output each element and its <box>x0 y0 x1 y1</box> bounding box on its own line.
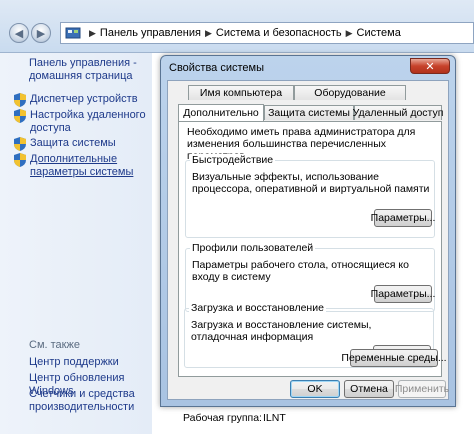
breadcrumb-separator-icon[interactable]: ▶ <box>346 28 353 39</box>
arrow-left-icon: ◀ <box>14 27 24 40</box>
action-center-link[interactable]: Центр поддержки <box>29 356 149 369</box>
sidebar-item-system-protection[interactable]: Защита системы <box>14 137 150 151</box>
sidebar-item-label: Дополнительные параметры системы <box>30 153 134 178</box>
startup-recovery-description: Загрузка и восстановление системы, отлад… <box>191 319 372 343</box>
see-also-heading: См. также <box>29 339 80 351</box>
sidebar-item-label: Диспетчер устройств <box>30 93 138 105</box>
workgroup-label: Рабочая группа: <box>183 412 262 424</box>
control-panel-home-link[interactable]: Панель управления - домашняя страница <box>29 57 149 83</box>
breadcrumb-separator-icon: ▶ <box>89 27 96 38</box>
close-icon: ✕ <box>425 60 435 73</box>
breadcrumb-item-system-security[interactable]: Система и безопасность <box>216 27 342 39</box>
performance-description: Визуальные эффекты, использование процес… <box>192 171 430 195</box>
startup-recovery-title: Загрузка и восстановление <box>189 302 326 314</box>
tab-remote[interactable]: Удаленный доступ <box>353 105 443 120</box>
cancel-button[interactable]: Отмена <box>344 380 394 398</box>
performance-title: Быстродействие <box>190 154 276 166</box>
tab-system-protection[interactable]: Защита системы <box>264 105 354 120</box>
sidebar-item-remote-settings[interactable]: Настройка удаленного доступа <box>14 109 150 135</box>
tab-advanced[interactable]: Дополнительно <box>178 104 264 121</box>
performance-settings-button[interactable]: Параметры... <box>371 209 435 227</box>
back-button[interactable]: ◀ <box>9 23 29 43</box>
left-navigation-pane: Панель управления - домашняя страница Ди… <box>0 53 152 434</box>
tab-computer-name[interactable]: Имя компьютера <box>188 85 294 100</box>
tab-hardware[interactable]: Оборудование <box>294 85 406 100</box>
breadcrumb-item-control-panel[interactable]: Панель управления <box>100 27 201 39</box>
user-profiles-title: Профили пользователей <box>190 242 316 254</box>
breadcrumb-separator-icon[interactable]: ▶ <box>205 28 212 39</box>
control-panel-icon <box>65 27 81 39</box>
sidebar-item-advanced-settings[interactable]: Дополнительные параметры системы <box>14 153 150 179</box>
close-button[interactable]: ✕ <box>410 58 450 74</box>
address-bar[interactable]: ▶ Панель управления ▶ Система и безопасн… <box>60 22 474 44</box>
dialog-title: Свойства системы <box>169 62 265 74</box>
ok-button[interactable]: OK <box>290 380 340 398</box>
shield-icon <box>14 137 26 151</box>
performance-tools-link[interactable]: Счетчики и средства производительности <box>29 388 149 414</box>
user-profiles-description: Параметры рабочего стола, относящиеся ко… <box>192 259 409 283</box>
performance-group: Быстродействие Визуальные эффекты, испол… <box>185 154 435 238</box>
user-profiles-settings-button[interactable]: Параметры... <box>371 285 435 303</box>
shield-icon <box>14 153 26 167</box>
breadcrumb-item-system[interactable]: Система <box>357 27 401 39</box>
explorer-toolbar: ◀ ▶ ▶ Панель управления ▶ Система и безо… <box>0 0 474 53</box>
sidebar-item-label: Настройка удаленного доступа <box>30 109 146 134</box>
shield-icon <box>14 109 26 123</box>
shield-icon <box>14 93 26 107</box>
arrow-right-icon: ▶ <box>36 27 46 40</box>
dialog-client-area: Имя компьютера Оборудование Дополнительн… <box>167 80 449 400</box>
environment-variables-button[interactable]: Переменные среды... <box>341 349 447 367</box>
forward-button[interactable]: ▶ <box>31 23 51 43</box>
sidebar-item-label: Защита системы <box>30 137 116 149</box>
workgroup-value: ILNT <box>263 412 286 424</box>
system-properties-dialog: Свойства системы ✕ Имя компьютера Оборуд… <box>160 55 456 407</box>
apply-button[interactable]: Применить <box>395 380 449 398</box>
sidebar-item-device-manager[interactable]: Диспетчер устройств <box>14 93 150 107</box>
